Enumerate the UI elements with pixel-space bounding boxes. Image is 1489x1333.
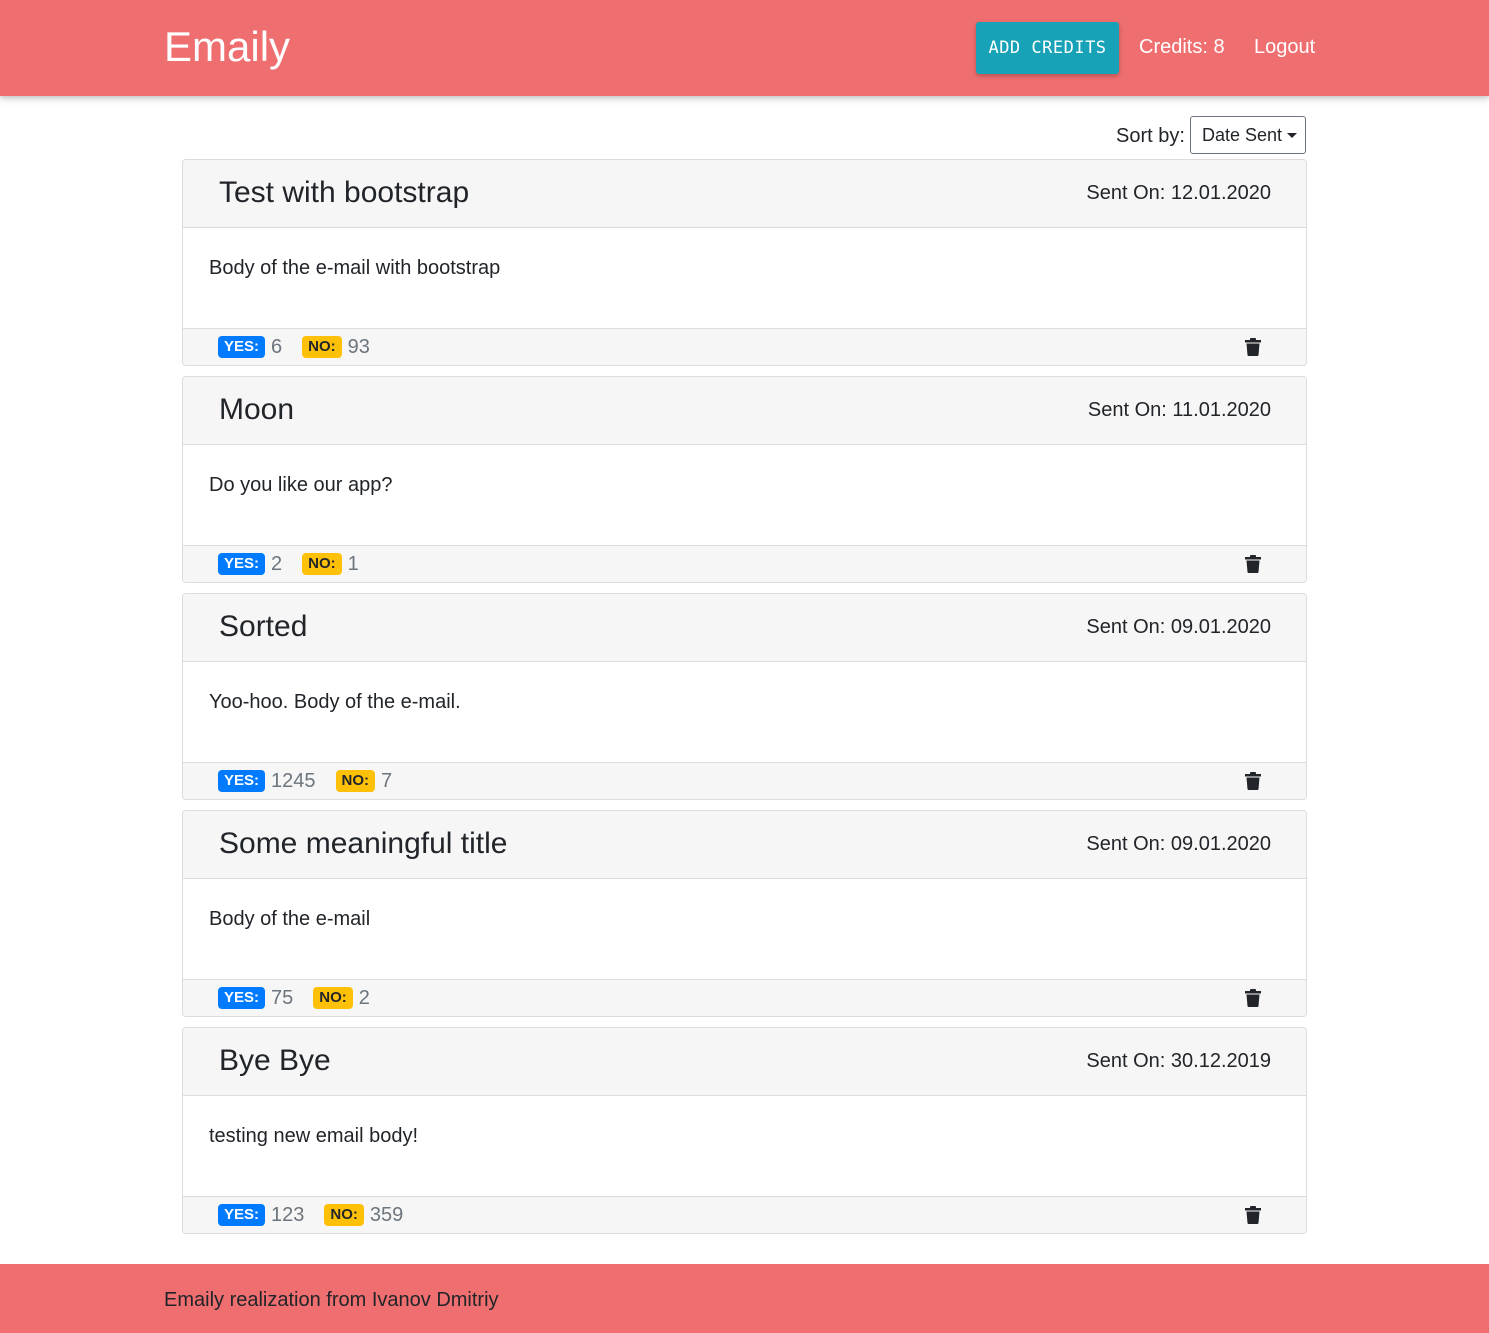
sort-dropdown[interactable]: Date Sent	[1190, 116, 1306, 154]
sort-label: Sort by:	[1116, 125, 1185, 147]
survey-card-header: Some meaningful title Sent On: 09.01.202…	[183, 811, 1306, 879]
trash-icon[interactable]	[1245, 555, 1261, 573]
survey-sent-date: Sent On: 12.01.2020	[1086, 182, 1271, 204]
yes-count: 6	[271, 336, 283, 358]
survey-stats: YES: 1245 NO: 7	[218, 769, 392, 793]
survey-card: Some meaningful title Sent On: 09.01.202…	[182, 810, 1307, 1017]
no-count: 7	[381, 770, 393, 792]
survey-sent-date: Sent On: 09.01.2020	[1086, 616, 1271, 638]
survey-body: Do you like our app?	[209, 474, 393, 496]
yes-count: 75	[271, 987, 294, 1009]
survey-title: Test with bootstrap	[219, 176, 470, 209]
brand-logo[interactable]: Emaily	[164, 24, 290, 70]
survey-card-header: Sorted Sent On: 09.01.2020	[183, 594, 1306, 662]
survey-card: Sorted Sent On: 09.01.2020 Yoo-hoo. Body…	[182, 593, 1307, 800]
survey-stats: YES: 123 NO: 359	[218, 1203, 403, 1227]
survey-stats: YES: 2 NO: 1	[218, 552, 359, 576]
survey-stats: YES: 75 NO: 2	[218, 986, 370, 1010]
yes-count: 2	[271, 553, 283, 575]
yes-badge: YES:	[218, 987, 266, 1009]
caret-down-icon	[1287, 133, 1298, 138]
trash-icon[interactable]	[1245, 338, 1261, 356]
no-badge: NO:	[302, 553, 342, 575]
add-credits-button[interactable]: ADD CREDITS	[976, 22, 1119, 74]
survey-card: Test with bootstrap Sent On: 12.01.2020 …	[182, 159, 1307, 366]
survey-sent-date: Sent On: 09.01.2020	[1086, 833, 1271, 855]
survey-title: Moon	[219, 393, 295, 426]
no-badge: NO:	[324, 1204, 364, 1226]
navbar: Emaily ADD CREDITS Credits: 8 Logout	[0, 0, 1489, 96]
survey-stats: YES: 6 NO: 93	[218, 335, 370, 359]
survey-card-footer: YES: 2 NO: 1	[183, 545, 1306, 582]
page-footer: Emaily realization from Ivanov Dmitriy	[0, 1264, 1489, 1333]
yes-badge: YES:	[218, 336, 266, 358]
survey-card-header: Moon Sent On: 11.01.2020	[183, 377, 1306, 445]
footer-text: Emaily realization from Ivanov Dmitriy	[164, 1289, 499, 1311]
no-count: 2	[358, 987, 370, 1009]
survey-body: Body of the e-mail	[209, 908, 371, 930]
trash-icon[interactable]	[1245, 989, 1261, 1007]
trash-icon[interactable]	[1245, 772, 1261, 790]
no-count: 1	[347, 553, 359, 575]
yes-badge: YES:	[218, 770, 266, 792]
no-count: 93	[347, 336, 370, 358]
no-badge: NO:	[313, 987, 353, 1009]
yes-count: 123	[271, 1204, 305, 1226]
survey-title: Sorted	[219, 610, 308, 643]
no-count: 359	[369, 1204, 404, 1226]
survey-card-footer: YES: 75 NO: 2	[183, 979, 1306, 1016]
logout-link[interactable]: Logout	[1254, 35, 1315, 59]
survey-sent-date: Sent On: 30.12.2019	[1086, 1050, 1271, 1072]
survey-card-footer: YES: 123 NO: 359	[183, 1196, 1306, 1233]
yes-count: 1245	[271, 770, 316, 792]
survey-title: Some meaningful title	[219, 827, 508, 860]
survey-card-header: Bye Bye Sent On: 30.12.2019	[183, 1028, 1306, 1096]
no-badge: NO:	[335, 770, 376, 792]
survey-title: Bye Bye	[219, 1044, 331, 1077]
trash-icon[interactable]	[1245, 1206, 1261, 1224]
no-badge: NO:	[302, 336, 342, 358]
survey-body: Body of the e-mail with bootstrap	[209, 257, 501, 279]
survey-card-footer: YES: 1245 NO: 7	[183, 762, 1306, 799]
survey-card: Bye Bye Sent On: 30.12.2019 testing new …	[182, 1027, 1307, 1234]
yes-badge: YES:	[218, 553, 266, 575]
survey-body: Yoo-hoo. Body of the e-mail.	[209, 691, 461, 713]
credits-count: Credits: 8	[1139, 36, 1225, 58]
survey-card-footer: YES: 6 NO: 93	[183, 328, 1306, 365]
survey-card: Moon Sent On: 11.01.2020 Do you like our…	[182, 376, 1307, 583]
survey-card-header: Test with bootstrap Sent On: 12.01.2020	[183, 160, 1306, 228]
survey-sent-date: Sent On: 11.01.2020	[1087, 399, 1271, 421]
yes-badge: YES:	[218, 1204, 266, 1226]
sort-selected-value: Date Sent	[1202, 124, 1283, 145]
survey-body: testing new email body!	[209, 1125, 419, 1147]
